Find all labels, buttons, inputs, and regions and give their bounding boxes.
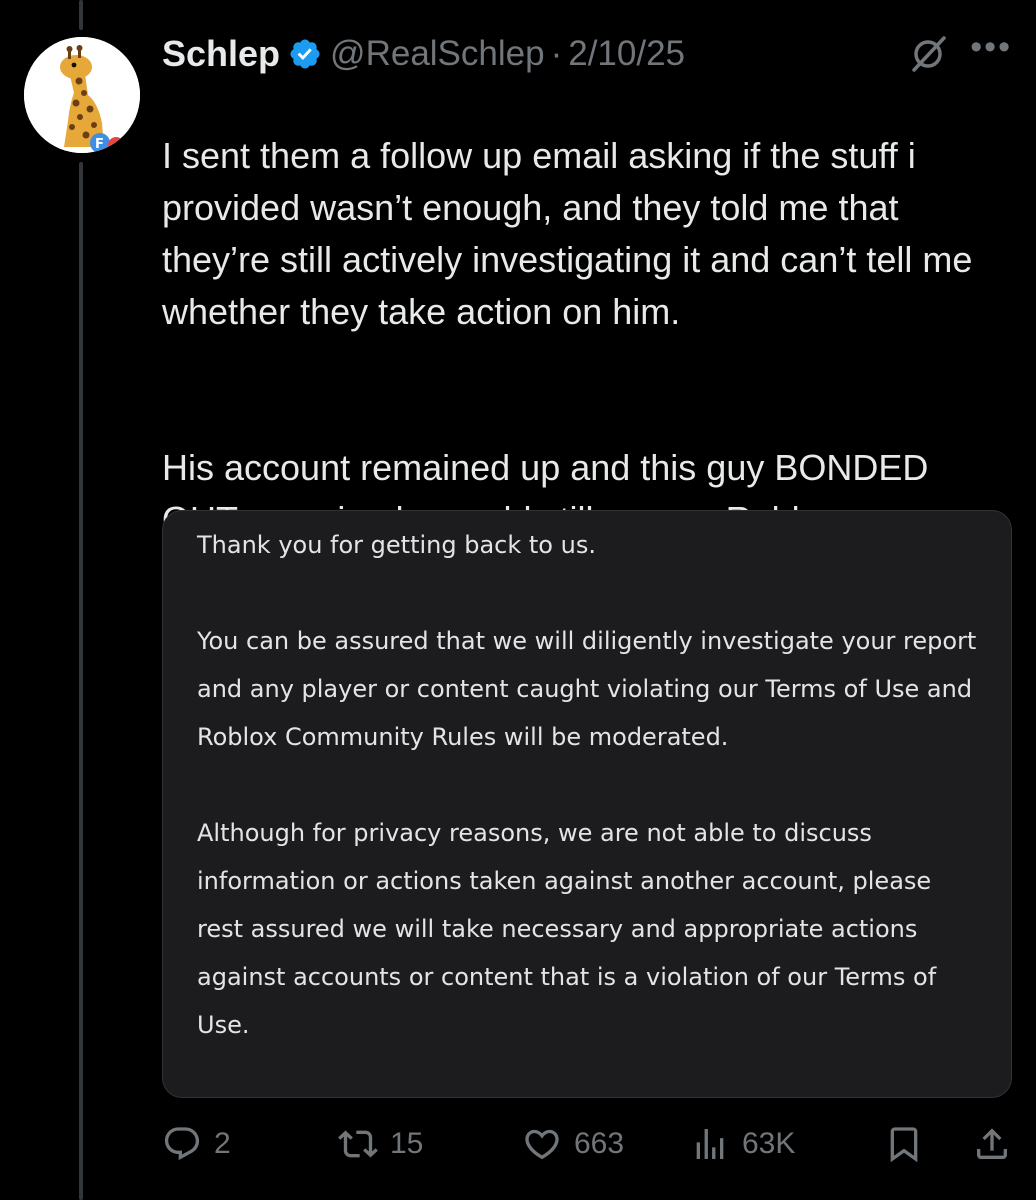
grok-icon[interactable] — [908, 34, 948, 74]
reply-button[interactable]: 2 — [162, 1118, 231, 1170]
giraffe-avatar-icon: F — [24, 37, 140, 153]
email-paragraph: Although for privacy reasons, we are not… — [197, 819, 937, 1039]
email-paragraph: Thank you for getting back to us. — [197, 531, 596, 559]
like-count: 663 — [574, 1127, 625, 1160]
avatar[interactable]: F — [24, 37, 140, 153]
separator-dot: · — [550, 34, 563, 73]
bookmark-button[interactable] — [884, 1118, 924, 1170]
email-screenshot-media[interactable]: Thank you for getting back to us. You ca… — [162, 510, 1012, 1098]
views-count: 63K — [742, 1127, 796, 1160]
views-button[interactable]: 63K — [690, 1118, 795, 1170]
reply-icon — [164, 1127, 200, 1161]
author-name[interactable]: Schlep — [162, 33, 280, 75]
verified-badge-icon — [290, 39, 320, 69]
repost-button[interactable]: 15 — [338, 1118, 423, 1170]
share-icon — [977, 1128, 1007, 1159]
bookmark-icon — [890, 1127, 918, 1163]
views-icon — [696, 1129, 724, 1159]
heart-icon — [525, 1129, 559, 1160]
thread-line-bottom — [79, 162, 83, 1200]
reply-count: 2 — [214, 1127, 231, 1160]
svg-text:F: F — [95, 137, 104, 152]
tweet-header: Schlep @RealSchlep · 2/10/25 ••• — [162, 26, 1012, 82]
thread-line-top — [79, 0, 83, 30]
author-handle[interactable]: @RealSchlep — [330, 34, 545, 74]
more-icon[interactable]: ••• — [970, 30, 1012, 64]
repost-icon — [338, 1130, 378, 1158]
tweet-date[interactable]: 2/10/25 — [568, 34, 685, 74]
email-paragraph: You can be assured that we will diligent… — [197, 627, 977, 751]
tweet-paragraph: I sent them a follow up email asking if … — [162, 135, 973, 332]
share-button[interactable] — [972, 1118, 1012, 1170]
tweet-actions: 2 15 663 63K — [162, 1118, 1012, 1170]
like-button[interactable]: 663 — [522, 1118, 624, 1170]
repost-count: 15 — [390, 1127, 424, 1160]
